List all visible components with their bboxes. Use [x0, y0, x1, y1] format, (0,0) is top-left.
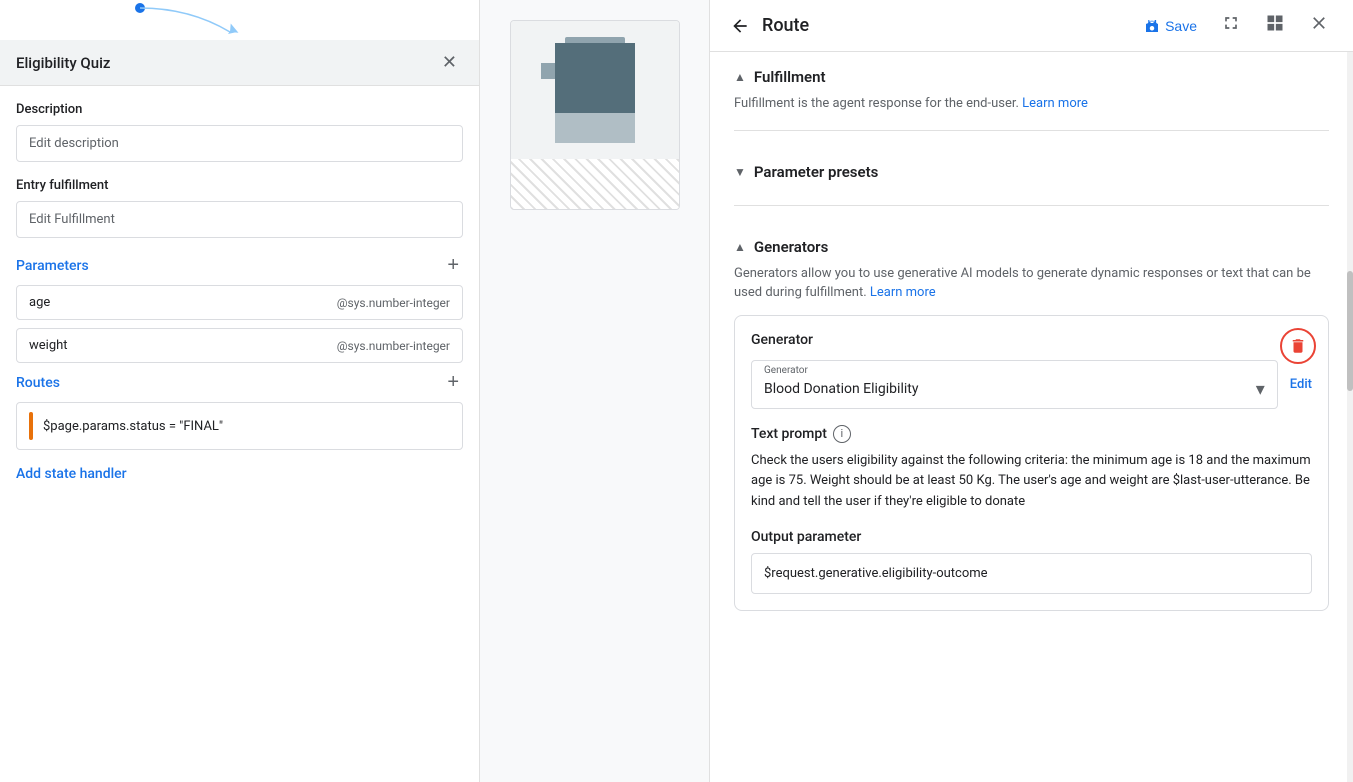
- presets-chevron-down: ▼: [734, 165, 746, 179]
- generators-header[interactable]: ▲ Generators: [734, 222, 1329, 264]
- grid-button[interactable]: [1257, 9, 1293, 42]
- info-icon: i: [833, 425, 851, 443]
- fulfillment-header[interactable]: ▲ Fulfillment: [734, 52, 1329, 94]
- trash-icon: [1289, 337, 1307, 355]
- route-row[interactable]: $page.params.status = "FINAL": [16, 402, 463, 450]
- back-icon: [730, 16, 750, 36]
- save-button[interactable]: Save: [1135, 11, 1205, 41]
- entry-fulfillment-label: Entry fulfillment: [16, 178, 463, 193]
- fullscreen-button[interactable]: [1213, 9, 1249, 42]
- scrollbar[interactable]: [1347, 52, 1353, 782]
- generator-select-container[interactable]: Generator Blood Donation Eligibility ▾: [751, 360, 1278, 409]
- edit-generator-link[interactable]: Edit: [1290, 377, 1312, 392]
- panel-header: Eligibility Quiz ✕: [0, 40, 479, 86]
- canvas-block-main: [555, 43, 635, 113]
- right-content: ▲ Fulfillment Fulfillment is the agent r…: [710, 52, 1353, 782]
- canvas-block-light: [555, 113, 635, 143]
- parameter-presets-header[interactable]: ▼ Parameter presets: [734, 147, 1329, 189]
- parameters-list: age @sys.number-integer weight @sys.numb…: [16, 285, 463, 363]
- output-param-field[interactable]: $request.generative.eligibility-outcome: [751, 553, 1312, 594]
- route-condition: $page.params.status = "FINAL": [43, 419, 223, 434]
- canvas-block-side: [541, 63, 555, 79]
- right-header: Route Save: [710, 0, 1353, 52]
- close-button[interactable]: ✕: [436, 50, 463, 75]
- fulfillment-chevron-up: ▲: [734, 70, 746, 84]
- param-row-age[interactable]: age @sys.number-integer: [16, 285, 463, 320]
- canvas-hatching: [511, 159, 679, 209]
- prompt-text: Check the users eligibility against the …: [751, 451, 1312, 513]
- panel-title: Eligibility Quiz: [16, 54, 110, 72]
- param-type-age: @sys.number-integer: [337, 296, 450, 310]
- generator-select-value: Blood Donation Eligibility ▾: [764, 373, 1265, 400]
- canvas-node-inner: [511, 21, 679, 159]
- fulfillment-title: Fulfillment: [754, 68, 826, 86]
- close-icon: [1309, 13, 1329, 33]
- fullscreen-icon: [1221, 13, 1241, 33]
- add-state-handler-link[interactable]: Add state handler: [16, 466, 127, 482]
- delete-generator-button[interactable]: [1280, 328, 1316, 364]
- middle-panel: [480, 0, 710, 782]
- divider-1: [734, 130, 1329, 131]
- save-icon: [1143, 17, 1161, 35]
- text-prompt-row: Text prompt i: [751, 425, 1312, 443]
- flow-connector: [0, 0, 479, 40]
- param-type-weight: @sys.number-integer: [337, 339, 450, 353]
- generators-learn-more[interactable]: Learn more: [870, 285, 936, 300]
- generators-title: Generators: [754, 238, 828, 256]
- add-route-button[interactable]: +: [443, 371, 463, 394]
- param-row-weight[interactable]: weight @sys.number-integer: [16, 328, 463, 363]
- entry-fulfillment-field[interactable]: Edit Fulfillment: [16, 201, 463, 238]
- generator-select-label: Generator: [764, 365, 808, 376]
- route-title: Route: [762, 15, 1127, 36]
- output-param-label: Output parameter: [751, 529, 1312, 545]
- generators-description: Generators allow you to use generative A…: [734, 264, 1329, 303]
- generator-dropdown-row: Generator Blood Donation Eligibility ▾ E…: [751, 360, 1312, 409]
- right-panel: Route Save ▲ Fulfillment: [710, 0, 1353, 782]
- description-label: Description: [16, 102, 463, 117]
- parameters-header: Parameters +: [16, 254, 463, 277]
- description-field[interactable]: Edit description: [16, 125, 463, 162]
- fulfillment-description: Fulfillment is the agent response for th…: [734, 94, 1329, 114]
- left-panel: Eligibility Quiz ✕ Description Edit desc…: [0, 0, 480, 782]
- add-parameter-button[interactable]: +: [443, 254, 463, 277]
- canvas-node: [510, 20, 680, 210]
- close-right-button[interactable]: [1301, 9, 1337, 42]
- flow-line: [130, 0, 250, 40]
- parameter-presets-title: Parameter presets: [754, 163, 878, 181]
- routes-list: $page.params.status = "FINAL": [16, 402, 463, 450]
- param-name-age: age: [29, 295, 50, 310]
- canvas-block-container: [555, 37, 635, 143]
- route-indicator: [29, 412, 33, 440]
- scrollbar-thumb: [1347, 271, 1353, 391]
- parameters-link[interactable]: Parameters: [16, 258, 89, 274]
- back-button[interactable]: [726, 12, 754, 40]
- routes-header: Routes +: [16, 371, 463, 394]
- divider-2: [734, 205, 1329, 206]
- text-prompt-label: Text prompt: [751, 426, 827, 442]
- dropdown-chevron-icon: ▾: [1256, 379, 1265, 400]
- param-name-weight: weight: [29, 338, 68, 353]
- fulfillment-learn-more[interactable]: Learn more: [1022, 96, 1088, 111]
- generator-card-title: Generator: [751, 332, 1312, 348]
- panel-content: Description Edit description Entry fulfi…: [0, 86, 479, 782]
- save-label: Save: [1165, 18, 1197, 34]
- generators-chevron-up: ▲: [734, 240, 746, 254]
- grid-icon: [1265, 13, 1285, 33]
- routes-link[interactable]: Routes: [16, 375, 60, 391]
- generator-card: Generator Generator Blood Donation Eligi…: [734, 315, 1329, 611]
